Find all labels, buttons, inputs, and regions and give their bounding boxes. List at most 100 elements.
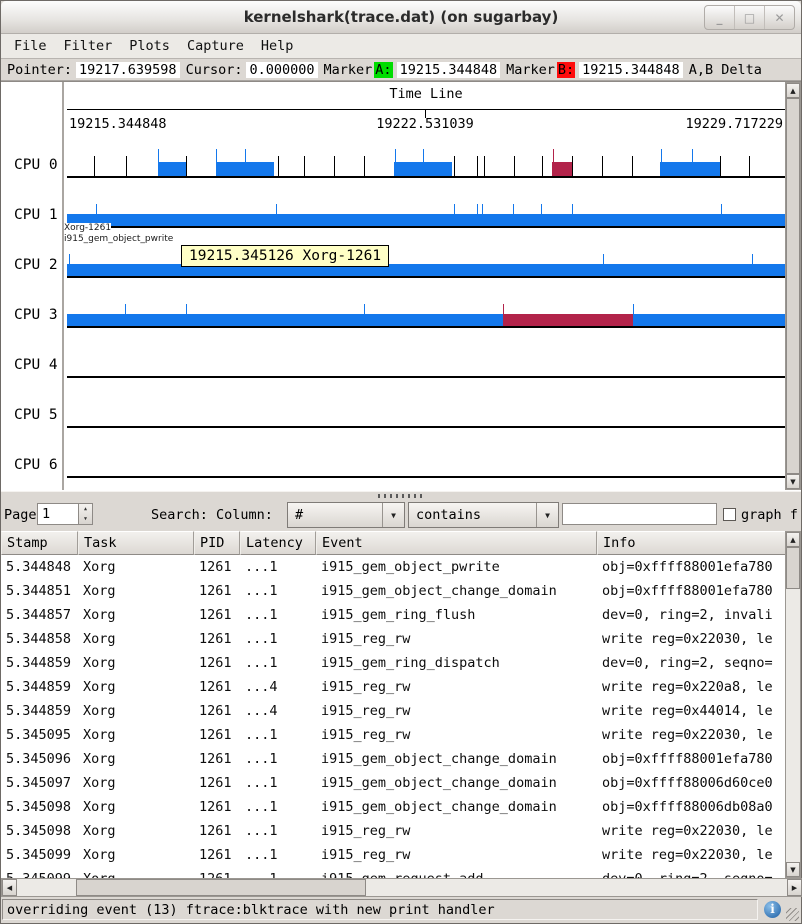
minimize-button[interactable]: _: [705, 6, 734, 29]
table-row[interactable]: 5.345098Xorg1261...1i915_gem_object_chan…: [1, 795, 787, 819]
event-tick: [278, 156, 279, 176]
event-tick: [572, 156, 573, 176]
minimize-icon: _: [717, 12, 723, 24]
table-row[interactable]: 5.344859Xorg1261...4i915_reg_rwwrite reg…: [1, 675, 787, 699]
cpu-0-segment: [552, 162, 572, 176]
scroll-right-icon[interactable]: ▶: [787, 879, 802, 896]
menu-item-plots[interactable]: Plots: [129, 38, 170, 54]
menu-item-help[interactable]: Help: [261, 38, 294, 54]
scroll-up-icon[interactable]: ▲: [786, 83, 800, 98]
table-row[interactable]: 5.345097Xorg1261...1i915_gem_object_chan…: [1, 771, 787, 795]
event-tick: [572, 204, 573, 226]
cell-pid: 1261: [194, 699, 240, 723]
spin-up-icon[interactable]: ▲: [79, 504, 92, 514]
cell-event: i915_gem_object_change_domain: [316, 747, 597, 771]
graph-scrollbar[interactable]: ▲ ▼: [785, 82, 801, 490]
table-row[interactable]: 5.345099Xorg1261...1i915_gem_request_add…: [1, 867, 787, 878]
cpu-0-segment: [158, 162, 186, 176]
column-header-latency[interactable]: Latency: [240, 531, 316, 555]
cpu-row-5[interactable]: [67, 376, 785, 428]
graph-follows-checkbox[interactable]: [723, 508, 736, 521]
maximize-button[interactable]: □: [734, 6, 764, 29]
table-row[interactable]: 5.345096Xorg1261...1i915_gem_object_chan…: [1, 747, 787, 771]
event-tick: [423, 149, 424, 176]
table-row[interactable]: 5.344858Xorg1261...1i915_reg_rwwrite reg…: [1, 627, 787, 651]
spin-down-icon[interactable]: ▼: [79, 514, 92, 524]
cell-task: Xorg: [78, 699, 194, 723]
page-spinbox[interactable]: 1 ▲▼: [37, 503, 93, 525]
cell-stamp: 5.345095: [1, 723, 78, 747]
cpu-label-4: CPU 4: [14, 357, 58, 373]
cell-latency: ...1: [240, 795, 316, 819]
resize-grip-icon[interactable]: [786, 908, 799, 921]
column-header-task[interactable]: Task: [78, 531, 194, 555]
event-tick: [477, 204, 478, 226]
event-tick: [276, 204, 277, 226]
hover-event-label: i915_gem_object_pwrite: [64, 234, 173, 245]
table-vscrollbar-thumb[interactable]: [786, 547, 800, 589]
status-bar: overriding event (13) ftrace:blktrace wi…: [1, 897, 801, 923]
cell-stamp: 5.344858: [1, 627, 78, 651]
info-icon[interactable]: i: [764, 901, 781, 918]
menu-item-filter[interactable]: Filter: [64, 38, 113, 54]
table-row[interactable]: 5.344851Xorg1261...1i915_gem_object_chan…: [1, 579, 787, 603]
cpu-row-2[interactable]: [67, 226, 785, 278]
table-hscrollbar-thumb[interactable]: [76, 879, 366, 896]
search-query-input[interactable]: [562, 503, 717, 525]
scroll-up-icon[interactable]: ▲: [786, 532, 800, 547]
cell-task: Xorg: [78, 843, 194, 867]
cpu-row-3[interactable]: [67, 276, 785, 328]
page-spin-buttons[interactable]: ▲▼: [78, 504, 92, 524]
scroll-down-icon[interactable]: ▼: [786, 862, 800, 877]
event-tick: [69, 254, 70, 276]
timeline-axis: [67, 109, 785, 110]
cursor-value: 0.000000: [246, 62, 317, 78]
marker-a-value: 19215.344848: [397, 62, 501, 78]
marker-a-badge[interactable]: A:: [374, 62, 392, 78]
column-header-event[interactable]: Event: [316, 531, 597, 555]
table-row[interactable]: 5.345099Xorg1261...1i915_reg_rwwrite reg…: [1, 843, 787, 867]
cell-pid: 1261: [194, 675, 240, 699]
table-row[interactable]: 5.345098Xorg1261...1i915_reg_rwwrite reg…: [1, 819, 787, 843]
cell-pid: 1261: [194, 867, 240, 878]
event-tick: [661, 149, 662, 176]
cpu-label-0: CPU 0: [14, 157, 58, 173]
table-row[interactable]: 5.345095Xorg1261...1i915_reg_rwwrite reg…: [1, 723, 787, 747]
column-select[interactable]: # ▼: [287, 502, 405, 528]
event-tick: [364, 156, 365, 176]
table-row[interactable]: 5.344857Xorg1261...1i915_gem_ring_flushd…: [1, 603, 787, 627]
cell-task: Xorg: [78, 867, 194, 878]
column-header-stamp[interactable]: Stamp: [1, 531, 78, 555]
cell-task: Xorg: [78, 747, 194, 771]
close-button[interactable]: ✕: [764, 6, 794, 29]
table-row[interactable]: 5.344859Xorg1261...1i915_gem_ring_dispat…: [1, 651, 787, 675]
cell-info: dev=0, ring=2, invali: [597, 603, 787, 627]
cell-pid: 1261: [194, 627, 240, 651]
event-tick: [158, 149, 159, 176]
cell-task: Xorg: [78, 579, 194, 603]
column-header-info[interactable]: Info: [597, 531, 787, 555]
cpu-row-4[interactable]: [67, 326, 785, 378]
column-header-pid[interactable]: PID: [194, 531, 240, 555]
scroll-down-icon[interactable]: ▼: [786, 474, 800, 489]
menu-item-capture[interactable]: Capture: [187, 38, 244, 54]
marker-b-badge[interactable]: B:: [557, 62, 575, 78]
table-row[interactable]: 5.344848Xorg1261...1i915_gem_object_pwri…: [1, 555, 787, 579]
cpu-row-1[interactable]: [67, 176, 785, 228]
table-hscrollbar[interactable]: ◀ ▶: [1, 878, 802, 897]
match-select[interactable]: contains ▼: [408, 502, 559, 528]
cpu-row-6[interactable]: [67, 426, 785, 478]
menu-item-file[interactable]: File: [14, 38, 47, 54]
table-row[interactable]: 5.344859Xorg1261...4i915_reg_rwwrite reg…: [1, 699, 787, 723]
marker-b-value: 19215.344848: [579, 62, 683, 78]
cell-latency: ...1: [240, 819, 316, 843]
table-vscrollbar[interactable]: ▲ ▼: [785, 531, 801, 878]
cell-stamp: 5.345099: [1, 843, 78, 867]
cpu-row-0[interactable]: [67, 126, 785, 178]
graph-scrollbar-thumb[interactable]: [786, 98, 800, 474]
cell-stamp: 5.345097: [1, 771, 78, 795]
cell-info: obj=0xffff88001efa780: [597, 555, 787, 579]
marker-b-label: Marker: [506, 62, 555, 78]
cell-latency: ...4: [240, 699, 316, 723]
scroll-left-icon[interactable]: ◀: [2, 879, 17, 896]
